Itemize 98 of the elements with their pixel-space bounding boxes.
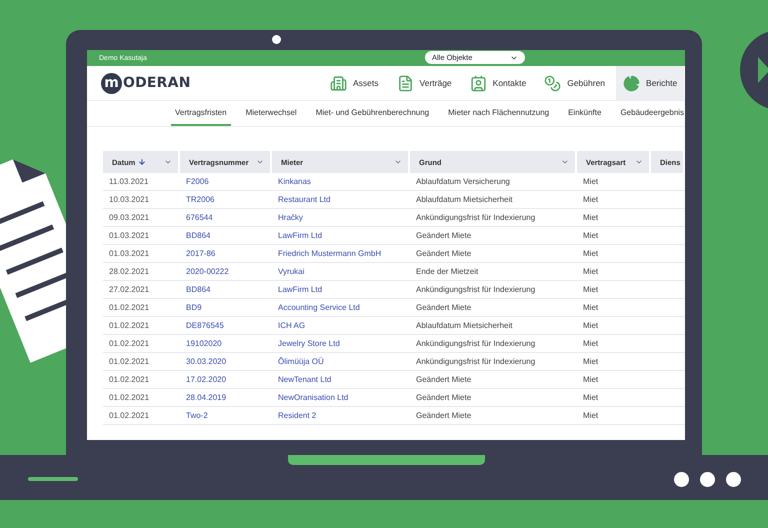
table-link[interactable]: 2020-00222 [180,263,272,280]
sort-arrow-icon [138,158,146,166]
table-link[interactable]: Restaurant Ltd [272,191,410,208]
table-cell-text: Miet [582,266,600,278]
table-link[interactable]: 2017-86 [180,245,272,262]
table-cell-text: 01.02.2021 [108,374,150,386]
table-cell-text: Miet [582,392,600,404]
table-link[interactable]: DE876545 [180,317,272,334]
sub-tab[interactable]: Gebäudeergebnis [616,101,685,126]
table-link[interactable]: BD9 [180,299,272,316]
table-link[interactable]: BD864 [180,227,272,244]
table-cell-text: Ablaufdatum Versicherung [415,176,511,188]
table-link[interactable]: NewOranisation Ltd [272,389,410,406]
dot-icon [674,472,689,487]
contact-icon [470,74,487,92]
table-cell-text: 01.03.2021 [108,230,150,242]
table-cell-text: 01.03.2021 [108,248,150,260]
table-link[interactable]: TR2006 [180,191,272,208]
table-cell-text: Geändert Miete [415,302,472,314]
table-cell-text: Miet [582,176,600,188]
table-cell-text: Ankündigungsfrist für Indexierung [415,338,536,350]
table-cell-text: 01.02.2021 [108,410,150,422]
table-link[interactable]: Kinkanas [272,173,410,190]
table-cell-text: Miet [582,410,600,422]
nav-item[interactable]: Gebühren [537,66,612,100]
dot-icon [726,472,741,487]
table-link[interactable]: 19102020 [180,335,272,352]
chevron-icon [635,158,643,166]
table-link[interactable]: Two-2 [180,407,272,424]
table-cell-text: 01.02.2021 [108,338,150,350]
table-link[interactable]: ICH AG [272,317,410,334]
chevron-icon [164,158,172,166]
table-cell-text: Miet [582,374,600,386]
sub-tab[interactable]: Vertragsfristen [171,101,231,126]
table-cell-text: Geändert Miete [415,374,472,386]
table-cell-text: Miet [582,338,600,350]
table-cell-text: Miet [582,320,600,332]
table-cell-text: Miet [582,302,600,314]
camera-icon [272,35,281,44]
table-link[interactable]: Õlimüüja OÜ [272,353,410,370]
table-cell-text: Miet [582,248,600,260]
table-link[interactable]: Hračky [272,209,410,226]
table-cell-text: 28.02.2021 [108,266,150,278]
table-cell-text: 11.03.2021 [108,176,150,188]
table-cell-text: Geändert Miete [415,410,472,422]
table-cell-text: Ablaufdatum Mietsicherheit [415,320,514,332]
table-cell-text: 10.03.2021 [108,194,150,206]
sub-tab[interactable]: Einkünfte [564,101,606,126]
building-icon [330,74,347,92]
table-cell-text: Ablaufdatum Mietsicherheit [415,194,514,206]
chevron-icon [394,158,402,166]
chevron-icon [256,158,264,166]
table-link[interactable]: NewTenant Ltd [272,371,410,388]
pie-icon [623,74,640,92]
table-cell-text: 01.02.2021 [108,320,150,332]
table-cell-text: Ende der Mietzeit [415,266,480,278]
nav-item[interactable]: Assets [323,66,386,100]
chevron-icon [561,158,569,166]
sub-tab[interactable]: Mieterwechsel [242,101,301,126]
table-link[interactable]: 17.02.2020 [180,371,272,388]
table-link[interactable]: LawFirm Ltd [272,227,410,244]
table-cell-text: Miet [582,212,600,224]
table-link[interactable]: Vyrukai [272,263,410,280]
table-cell-text: Miet [582,284,600,296]
sub-tab[interactable]: Miet- und Gebührenberechnung [312,101,434,126]
table-link[interactable]: BD864 [180,281,272,298]
table-cell-text: Miet [582,230,600,242]
table-cell-text: 01.02.2021 [108,392,150,404]
table-cell-text: 09.03.2021 [108,212,150,224]
table-cell-text: Ankündigungsfrist für Indexierung [415,284,536,296]
table-link[interactable]: Accounting Service Ltd [272,299,410,316]
nav-item[interactable]: Kontakte [462,66,534,100]
table-cell-text: Ankündigungsfrist für Indexierung [415,212,536,224]
table-cell-text: Geändert Miete [415,248,472,260]
table-link[interactable]: F2006 [180,173,272,190]
table-cell-text: 01.02.2021 [108,356,150,368]
coins-icon [544,74,562,92]
table-cell-text: 01.02.2021 [108,302,150,314]
table-link[interactable]: Resident 2 [272,407,410,424]
logo: m ODERAN [87,66,323,100]
table-cell-text: Ankündigungsfrist für Indexierung [415,356,536,368]
table-link[interactable]: LawFirm Ltd [272,281,410,298]
table-link[interactable]: 30.03.2020 [180,353,272,370]
table-link[interactable]: 676544 [180,209,272,226]
table-cell-text: 27.02.2021 [108,284,150,296]
nav-item[interactable]: Verträge [390,66,459,100]
base-strip [28,477,78,481]
table-cell-text: Geändert Miete [415,230,472,242]
table-link[interactable]: 28.04.2019 [180,389,272,406]
table-cell-text: Geändert Miete [415,392,472,404]
table-cell-text: Miet [582,194,600,206]
table-link[interactable]: Jewelry Store Ltd [272,335,410,352]
document-icon [396,74,414,92]
sub-tab[interactable]: Mieter nach Flächennutzung [444,101,554,126]
nav-item[interactable]: Berichte [616,66,684,100]
table-link[interactable]: Friedrich Mustermann GmbH [272,245,410,262]
table-cell-text: Miet [582,356,600,368]
dot-icon [700,472,715,487]
